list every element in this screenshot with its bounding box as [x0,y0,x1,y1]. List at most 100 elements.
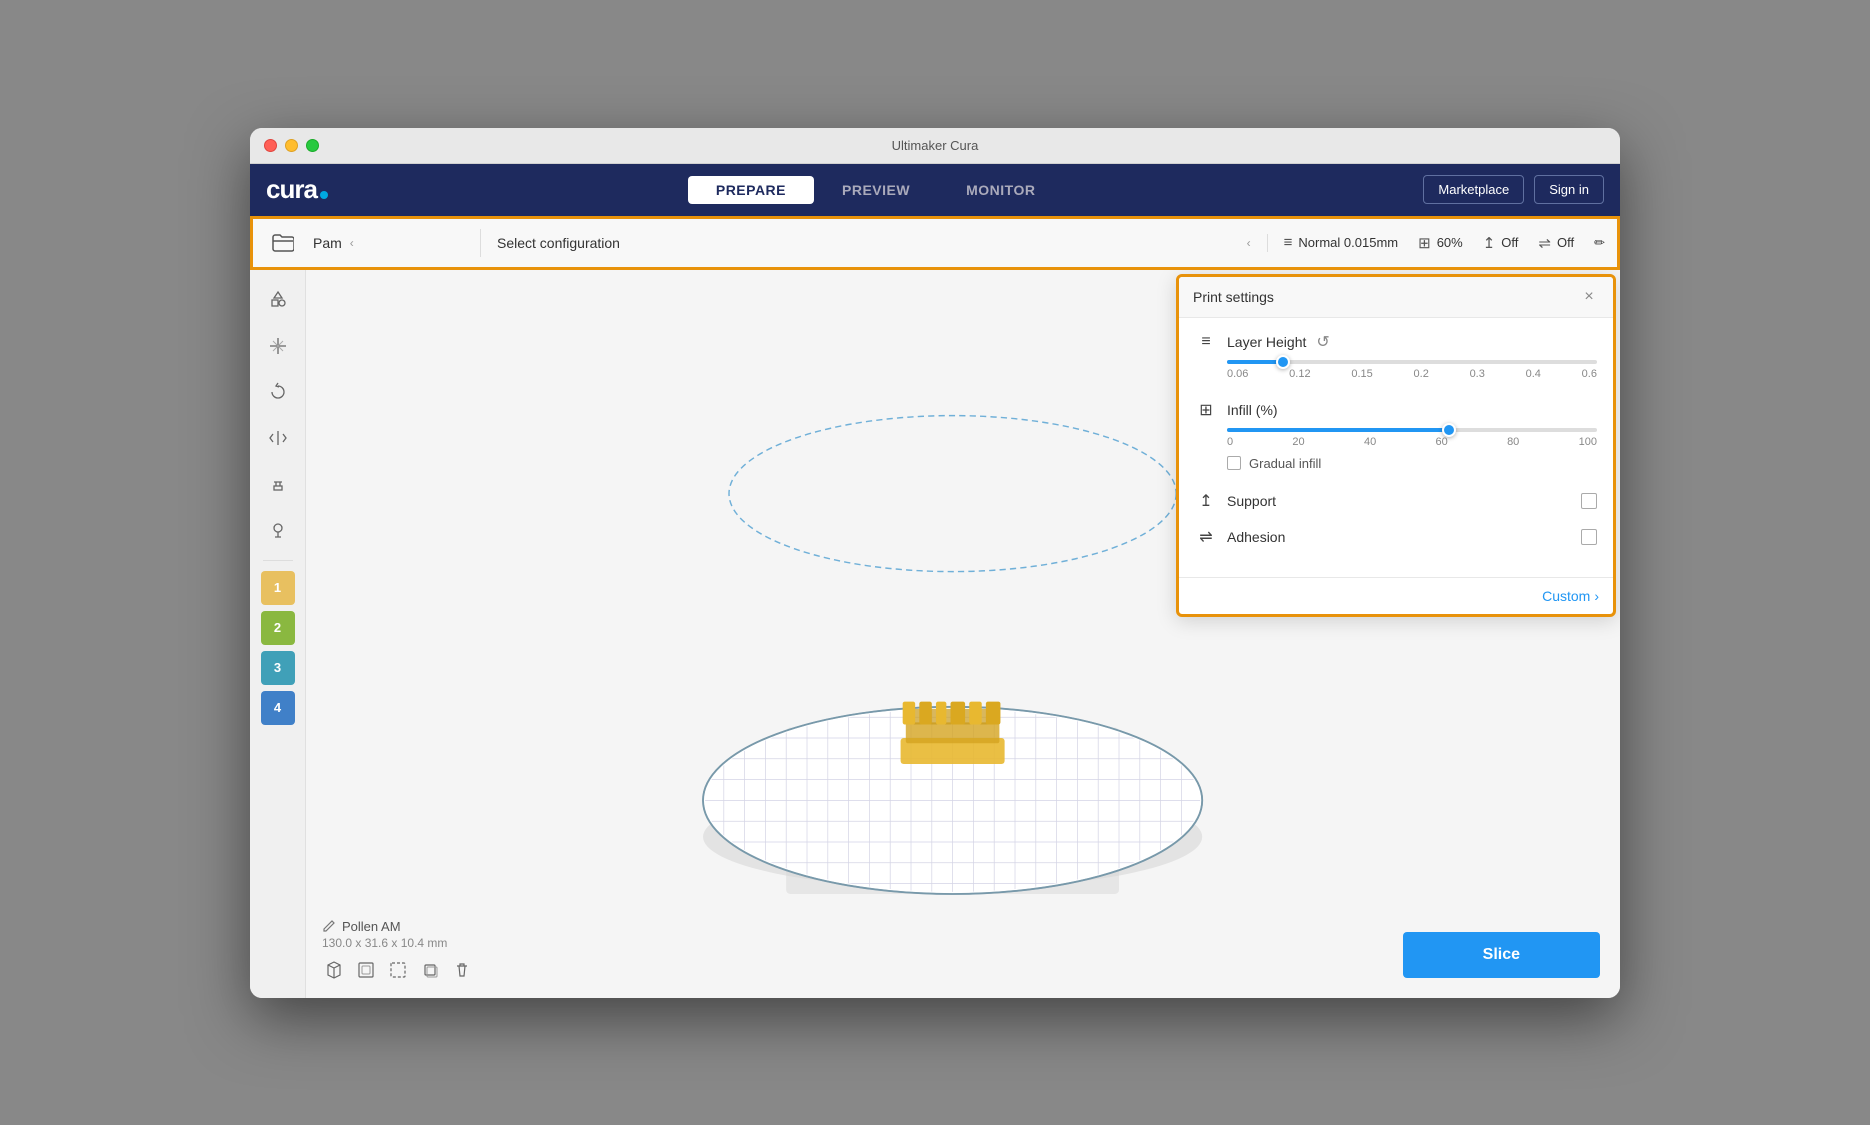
sidebar-icon-scale[interactable] [258,326,298,366]
printer-name: Pam [313,235,342,251]
adhesion-checkbox[interactable] [1581,529,1597,545]
marketplace-button[interactable]: Marketplace [1423,175,1524,204]
material-2-number: 2 [274,620,281,635]
support-label: Support [1227,493,1276,509]
3d-viewport[interactable]: Pollen AM 130.0 x 31.6 x 10.4 mm [306,270,1620,998]
sidebar-icon-shapes[interactable] [258,280,298,320]
layer-height-reset-icon[interactable]: ↺ [1316,332,1329,352]
support-row-icon: ↥ [1195,491,1217,511]
nav-right: Marketplace Sign in [1423,175,1604,204]
infill-row: ⊞ Infill (%) 0 20 40 [1195,400,1597,471]
support-icon: ↥ [1483,234,1496,252]
settings-title: Print settings [1193,289,1274,305]
minimize-window-button[interactable] [285,139,298,152]
material-3-badge[interactable]: 3 [261,651,295,685]
layer-height-row-icon: ≡ [1195,333,1217,351]
material-1-badge[interactable]: 1 [261,571,295,605]
tab-prepare[interactable]: PREPARE [688,176,814,204]
tab-preview[interactable]: PREVIEW [814,176,938,204]
custom-button[interactable]: Custom › [1542,588,1599,604]
maximize-window-button[interactable] [306,139,319,152]
infill-row-icon: ⊞ [1195,400,1217,420]
gradual-infill-label: Gradual infill [1249,456,1321,471]
config-selector[interactable]: Select configuration ‹ [481,229,1267,257]
nav-tabs: PREPARE PREVIEW MONITOR [688,176,1064,204]
settings-header: Print settings × [1179,277,1613,318]
infill-slider[interactable]: 0 20 40 60 80 100 [1195,428,1597,448]
model-size-text: 130.0 x 31.6 x 10.4 mm [322,936,474,950]
top-nav: cura PREPARE PREVIEW MONITOR Marketplace… [250,164,1620,216]
sidebar-divider [263,560,293,561]
model-info: Pollen AM 130.0 x 31.6 x 10.4 mm [322,919,474,982]
title-bar: Ultimaker Cura [250,128,1620,164]
support-row: ↥ Support [1195,491,1597,511]
infill-setting[interactable]: ⊞ 60% [1418,234,1463,252]
sidebar-icon-perextruder[interactable] [258,510,298,550]
infill-value: 60% [1437,235,1463,250]
settings-footer: Custom › [1179,577,1613,614]
sidebar-icon-mirror[interactable] [258,418,298,458]
gradual-infill-checkbox[interactable] [1227,456,1241,470]
material-4-number: 4 [274,700,281,715]
support-checkbox[interactable] [1581,493,1597,509]
layer-height-marks: 0.06 0.12 0.15 0.2 0.3 0.4 0.6 [1227,368,1597,380]
layer-height-icon: ≡ [1284,234,1293,251]
infill-marks: 0 20 40 60 80 100 [1227,436,1597,448]
adhesion-row-icon: ⇌ [1195,527,1217,547]
profile-value: Normal 0.015mm [1298,235,1398,250]
main-content: 1 2 3 4 [250,270,1620,998]
tab-monitor[interactable]: MONITOR [938,176,1063,204]
printer-chevron-icon: ‹ [350,236,354,250]
folder-icon[interactable] [265,225,301,261]
close-window-button[interactable] [264,139,277,152]
layer-height-row: ≡ Layer Height ↺ 0.06 0.12 [1195,332,1597,380]
sign-in-button[interactable]: Sign in [1534,175,1604,204]
toolbar: Pam ‹ Select configuration ‹ ≡ Normal 0.… [250,216,1620,270]
support-value: Off [1501,235,1518,250]
adhesion-setting[interactable]: ⇌ Off [1538,234,1574,252]
adhesion-row: ⇌ Adhesion [1195,527,1597,547]
slice-button[interactable]: Slice [1403,932,1600,978]
left-sidebar: 1 2 3 4 [250,270,306,998]
custom-chevron-icon: › [1594,588,1599,604]
slice-btn-container: Slice [1403,932,1600,978]
layer-height-slider[interactable]: 0.06 0.12 0.15 0.2 0.3 0.4 0.6 [1195,360,1597,380]
profile-setting[interactable]: ≡ Normal 0.015mm [1284,234,1398,251]
layer-height-header: ≡ Layer Height ↺ [1195,332,1597,352]
traffic-lights [264,139,319,152]
main-window: Ultimaker Cura cura PREPARE PREVIEW MONI… [250,128,1620,998]
tool-front-icon[interactable] [354,958,378,982]
config-chevron-icon: ‹ [1247,236,1251,250]
edit-settings-button[interactable]: ✏ [1594,235,1605,251]
model-name-text: Pollen AM [342,919,401,934]
material-3-number: 3 [274,660,281,675]
model-name-row: Pollen AM [322,919,474,934]
config-name: Select configuration [497,235,620,251]
tool-cube-icon[interactable] [322,958,346,982]
tool-delete-icon[interactable] [450,958,474,982]
material-4-badge[interactable]: 4 [261,691,295,725]
layer-height-label: Layer Height [1227,334,1306,350]
gradual-infill-row: Gradual infill [1195,456,1597,471]
custom-label: Custom [1542,588,1590,604]
print-settings-panel: Print settings × ≡ Layer Height ↺ [1176,274,1616,617]
bottom-tools [322,958,474,982]
tool-back-icon[interactable] [386,958,410,982]
adhesion-value: Off [1557,235,1574,250]
quick-settings: ≡ Normal 0.015mm ⊞ 60% ↥ Off ⇌ Off ✏ [1267,234,1605,252]
infill-icon: ⊞ [1418,234,1431,252]
window-title: Ultimaker Cura [892,138,979,153]
material-2-badge[interactable]: 2 [261,611,295,645]
infill-header: ⊞ Infill (%) [1195,400,1597,420]
logo-dot [320,191,328,199]
support-setting[interactable]: ↥ Off [1483,234,1519,252]
pencil-icon: ✏ [1594,235,1605,251]
settings-close-button[interactable]: × [1579,287,1599,307]
printer-selector[interactable]: Pam ‹ [301,229,481,257]
sidebar-icon-support[interactable] [258,464,298,504]
sidebar-icon-rotate[interactable] [258,372,298,412]
infill-label: Infill (%) [1227,402,1278,418]
tool-copy-icon[interactable] [418,958,442,982]
settings-body: ≡ Layer Height ↺ 0.06 0.12 [1179,318,1613,577]
pencil-icon [322,919,336,933]
